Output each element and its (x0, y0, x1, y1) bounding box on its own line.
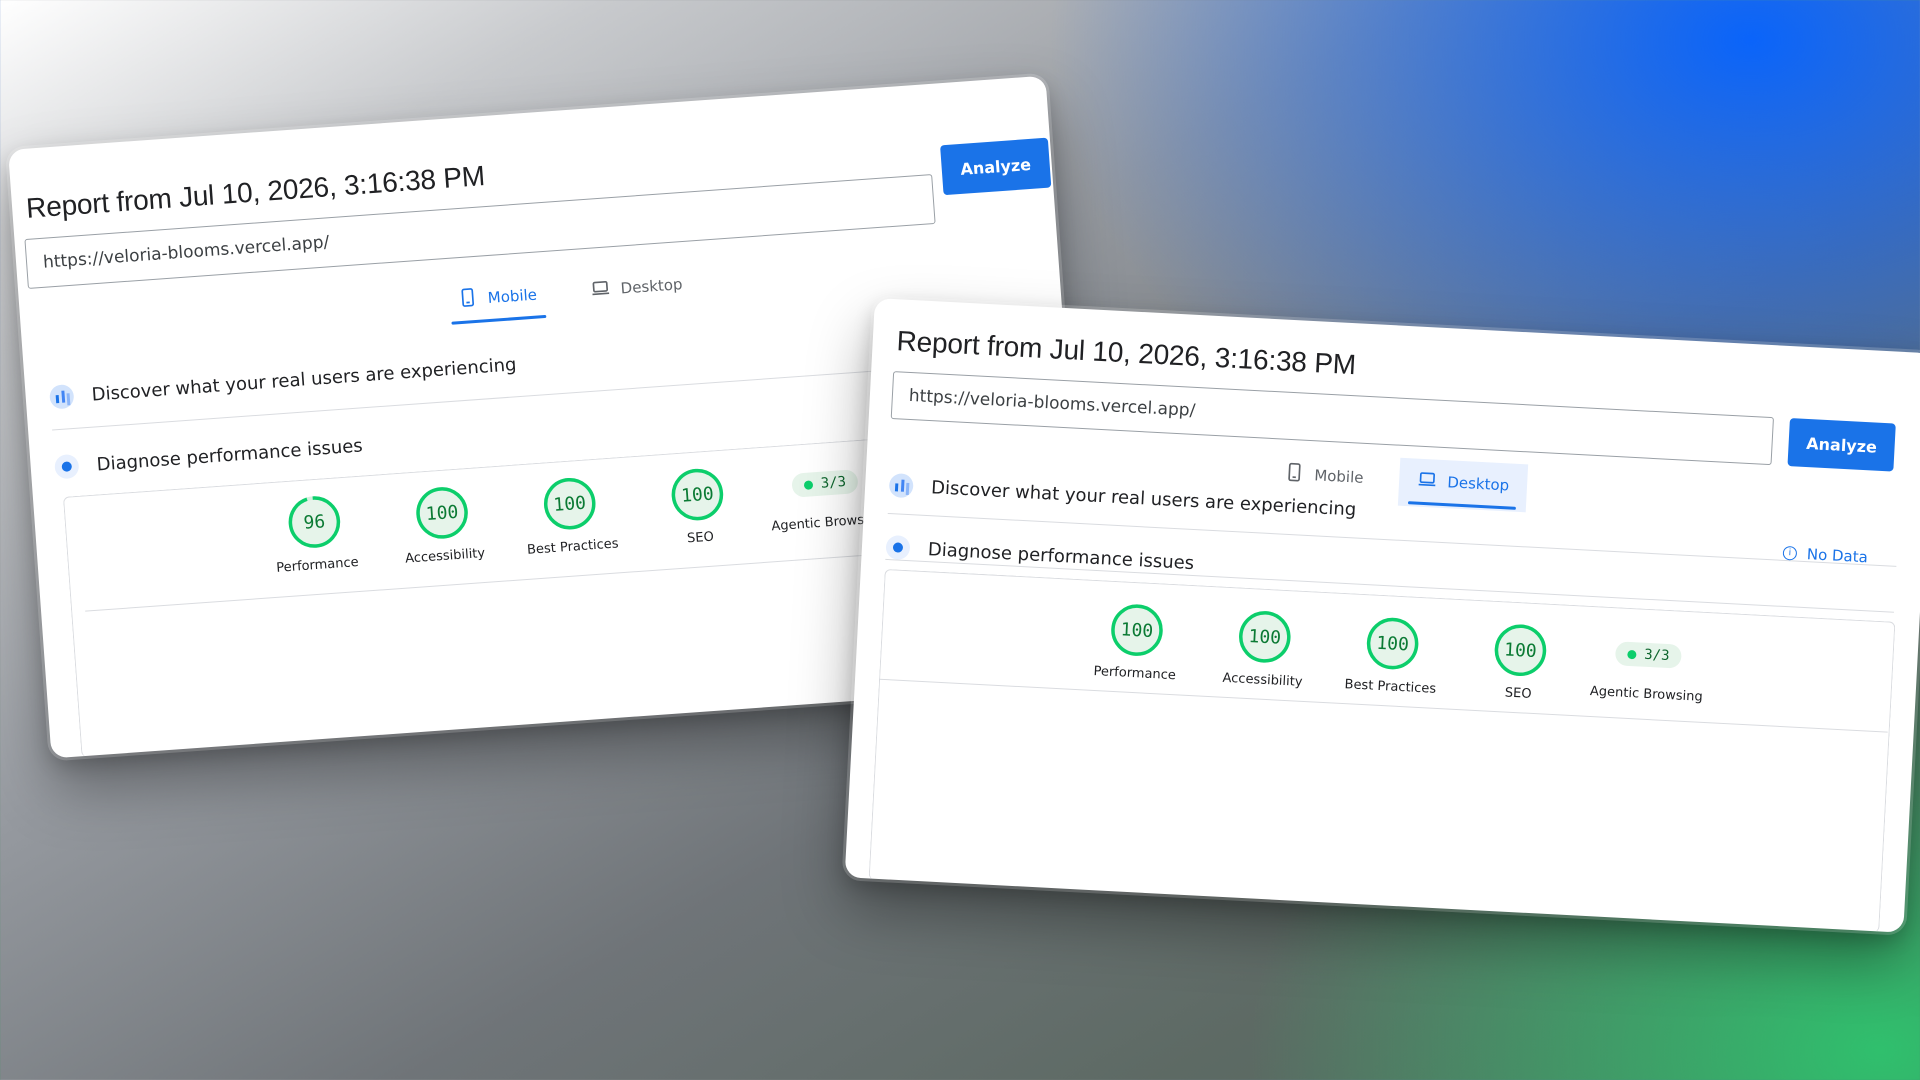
crux-users-icon (888, 473, 914, 499)
gauge-best-practices[interactable]: 100 Best Practices (1326, 612, 1458, 698)
score-value: 100 (553, 493, 587, 516)
tab-desktop[interactable]: Desktop (1398, 457, 1529, 513)
crux-users-icon (48, 383, 75, 410)
pass-dot-icon (1627, 649, 1637, 659)
agentic-value: 3/3 (820, 473, 847, 492)
score-label: SEO (686, 529, 715, 547)
tab-mobile[interactable]: Mobile (438, 271, 556, 327)
score-value: 100 (1504, 639, 1538, 662)
phone-icon (1284, 462, 1305, 487)
gauge-accessibility[interactable]: 100 Accessibility (376, 480, 509, 568)
score-value: 100 (425, 502, 459, 525)
score-value: 100 (680, 483, 714, 506)
crux-heading: Discover what your real users are experi… (90, 353, 518, 406)
score-ring: 100 (543, 477, 596, 530)
tab-label: Mobile (1313, 466, 1364, 487)
agentic-badge: 3/3 (1614, 641, 1683, 669)
gauge-performance[interactable]: 100 Performance (1070, 599, 1202, 685)
info-icon: i (1782, 545, 1798, 561)
tab-label: Desktop (1446, 473, 1510, 495)
tab-label: Mobile (487, 285, 538, 308)
score-value: 100 (1120, 619, 1154, 642)
score-ring: 100 (1494, 624, 1547, 677)
score-ring: 100 (1111, 604, 1163, 656)
analyze-button[interactable]: Analyze (1787, 418, 1896, 472)
score-ring: 100 (671, 468, 724, 521)
score-value: 100 (1376, 633, 1410, 656)
gauge-performance[interactable]: 96 Performance (249, 490, 382, 578)
score-ring: 100 (1366, 617, 1419, 670)
score-label: SEO (1504, 685, 1532, 702)
laptop-icon (1417, 469, 1438, 494)
score-ring: 100 (416, 487, 468, 539)
desktop-report-card: Report from Jul 10, 2026, 3:16:38 PM htt… (844, 298, 1920, 933)
score-value: 100 (1248, 626, 1282, 649)
gauge-seo[interactable]: 100 SEO (1454, 619, 1586, 705)
lighthouse-icon (53, 453, 80, 480)
diagnose-section[interactable]: Diagnose performance issues (53, 433, 364, 480)
diagnose-section[interactable]: Diagnose performance issues (885, 534, 1195, 575)
device-tabs: Mobile Desktop (438, 261, 702, 328)
diagnose-heading: Diagnose performance issues (95, 434, 364, 475)
tab-desktop[interactable]: Desktop (571, 261, 702, 318)
tab-label: Desktop (620, 275, 684, 298)
score-label: Agentic Browsing (1589, 683, 1704, 705)
gauge-agentic-browsing[interactable]: 3/3 Agentic Browsing (1582, 626, 1714, 712)
score-ring: 100 (1239, 611, 1291, 663)
phone-icon (457, 287, 479, 312)
no-data-label: No Data (1806, 545, 1869, 567)
url-input[interactable]: https://veloria-blooms.vercel.app/ (890, 371, 1774, 466)
score-value: 96 (303, 511, 326, 533)
gauge-best-practices[interactable]: 100 Best Practices (504, 471, 637, 559)
laptop-icon (590, 277, 612, 302)
analyze-button[interactable]: Analyze (940, 137, 1052, 196)
score-ring: 96 (288, 496, 341, 548)
report-title: Report from Jul 10, 2026, 3:16:38 PM (895, 325, 1357, 381)
lighthouse-icon (885, 534, 911, 561)
gauge-accessibility[interactable]: 100 Accessibility (1198, 606, 1330, 692)
agentic-badge: 3/3 (791, 469, 859, 498)
agentic-value: 3/3 (1643, 646, 1670, 665)
no-data-indicator[interactable]: i No Data (1782, 544, 1868, 566)
gauge-seo[interactable]: 100 SEO (632, 462, 765, 550)
pass-dot-icon (803, 479, 814, 490)
